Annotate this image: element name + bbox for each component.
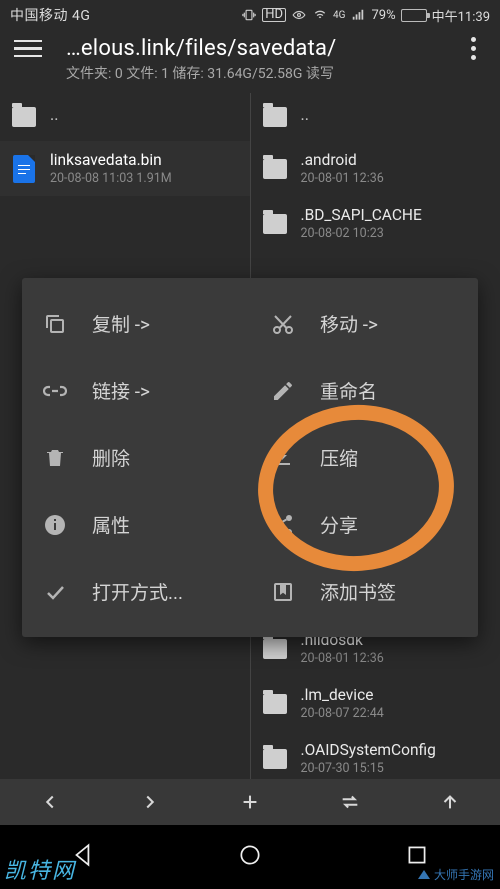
- nav-home-icon[interactable]: [225, 830, 275, 884]
- storage-subtitle: 文件夹: 0 文件: 1 储存: 31.64G/52.58G 读写: [0, 63, 500, 93]
- rename-label: 重命名: [320, 377, 377, 404]
- watermark-logo-icon: [418, 870, 430, 879]
- path-title[interactable]: …elous.link/files/savedata/: [66, 36, 460, 61]
- bookmark-icon: [270, 579, 296, 605]
- nav-forward-button[interactable]: [100, 791, 200, 813]
- folder-name: .android: [301, 151, 491, 169]
- rename-icon: [270, 378, 296, 404]
- add-button[interactable]: [200, 791, 300, 813]
- eye-icon: [291, 8, 307, 22]
- compress-icon: [270, 445, 296, 471]
- openwith-icon: [42, 579, 68, 605]
- folder-meta: 20-08-02 10:23: [301, 226, 491, 241]
- nav-back-button[interactable]: [0, 791, 100, 813]
- folder-icon: [263, 749, 287, 769]
- folder-icon: [263, 214, 287, 234]
- overflow-icon[interactable]: [460, 37, 486, 60]
- wifi-icon: [312, 8, 328, 22]
- folder-icon: [263, 694, 287, 714]
- watermark-right-text: 大师手游网: [434, 866, 494, 883]
- compress-label: 压缩: [320, 444, 358, 471]
- openwith-label: 打开方式...: [92, 578, 183, 605]
- move-label: 移动 ->: [320, 310, 378, 337]
- battery-icon: [401, 9, 427, 22]
- folder-meta: 20-08-01 12:36: [301, 651, 491, 666]
- file-meta: 20-08-08 11:03 1.91M: [50, 171, 240, 186]
- hd-badge: HD: [262, 8, 286, 22]
- battery-pct: 79%: [371, 8, 395, 23]
- folder-meta: 20-08-01 12:36: [301, 171, 491, 186]
- delete-label: 删除: [92, 444, 130, 471]
- clock: 中午11:39: [432, 6, 490, 25]
- network-label: 4G: [333, 10, 345, 21]
- carrier-label: 中国移动 4G: [10, 5, 90, 25]
- watermark-right: 大师手游网: [418, 866, 494, 883]
- openwith-item[interactable]: 打开方式...: [22, 564, 250, 619]
- folder-row[interactable]: .BD_SAPI_CACHE 20-08-02 10:23: [251, 196, 500, 251]
- up-button[interactable]: [400, 791, 500, 813]
- up-row[interactable]: ..: [251, 93, 500, 141]
- folder-name: .OAIDSystemConfig: [301, 741, 491, 759]
- move-item[interactable]: 移动 ->: [250, 296, 478, 351]
- menu-icon[interactable]: [14, 40, 44, 57]
- copy-label: 复制 ->: [92, 310, 150, 337]
- link-icon: [42, 378, 68, 404]
- up-label: ..: [50, 105, 240, 130]
- folder-icon: [263, 639, 287, 659]
- copy-item[interactable]: 复制 ->: [22, 296, 250, 351]
- file-row[interactable]: linksavedata.bin 20-08-08 11:03 1.91M: [0, 141, 250, 196]
- file-name: linksavedata.bin: [50, 151, 240, 169]
- folder-meta: 20-07-30 15:15: [301, 761, 491, 776]
- folder-name: .BD_SAPI_CACHE: [301, 206, 491, 224]
- info-item[interactable]: 属性: [22, 497, 250, 552]
- folder-meta: 20-08-07 22:44: [301, 706, 491, 721]
- delete-item[interactable]: 删除: [22, 430, 250, 485]
- status-bar: 中国移动 4G HD 4G 79% 中午11:39: [0, 0, 500, 30]
- folder-name: .lm_device: [301, 686, 491, 704]
- signal-icon: [350, 8, 366, 22]
- folder-row[interactable]: .android 20-08-01 12:36: [251, 141, 500, 196]
- watermark-left: 凯特网: [4, 853, 76, 885]
- app-bar: …elous.link/files/savedata/: [0, 30, 500, 63]
- compress-item[interactable]: 压缩: [250, 430, 478, 485]
- share-item[interactable]: 分享: [250, 497, 478, 552]
- share-icon: [270, 512, 296, 538]
- folder-icon: [263, 159, 287, 179]
- swap-button[interactable]: [300, 791, 400, 813]
- bottom-toolbar: [0, 779, 500, 825]
- file-icon: [13, 155, 35, 183]
- link-label: 链接 ->: [92, 377, 150, 404]
- info-icon: [42, 512, 68, 538]
- folder-icon: [263, 107, 287, 127]
- folder-row[interactable]: .OAIDSystemConfig 20-07-30 15:15: [251, 731, 500, 786]
- info-label: 属性: [92, 511, 130, 538]
- folder-row[interactable]: .lm_device 20-08-07 22:44: [251, 676, 500, 731]
- delete-icon: [42, 445, 68, 471]
- rename-item[interactable]: 重命名: [250, 363, 478, 418]
- context-menu: 复制 -> 移动 -> 链接 -> 重命名 删除 压缩 属性 分享 打开方式..…: [22, 278, 478, 637]
- cut-icon: [270, 311, 296, 337]
- up-label: ..: [301, 105, 491, 130]
- copy-icon: [42, 311, 68, 337]
- status-icons: HD 4G 79% 中午11:39: [241, 6, 490, 25]
- folder-icon: [12, 107, 36, 127]
- bookmark-item[interactable]: 添加书签: [250, 564, 478, 619]
- share-label: 分享: [320, 511, 358, 538]
- link-item[interactable]: 链接 ->: [22, 363, 250, 418]
- up-row[interactable]: ..: [0, 93, 250, 141]
- vibrate-icon: [241, 8, 257, 22]
- bookmark-label: 添加书签: [320, 578, 396, 605]
